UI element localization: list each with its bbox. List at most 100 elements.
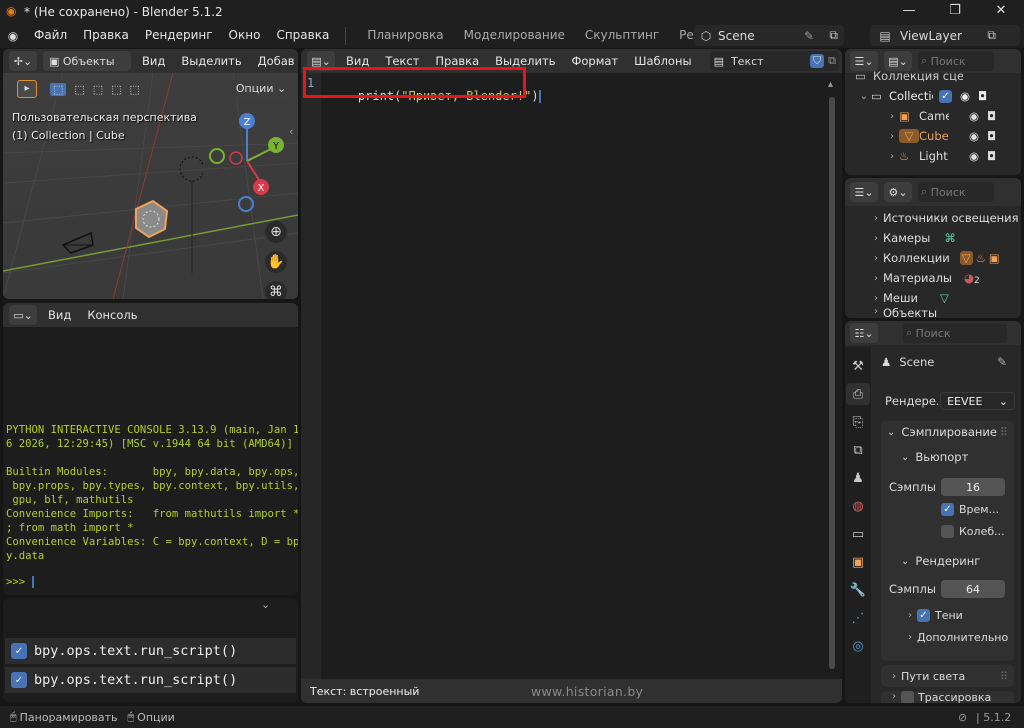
chevron-right-icon[interactable]: ›	[869, 233, 883, 244]
temporal-checkbox[interactable]: ✓	[941, 502, 954, 516]
vertical-scrollbar[interactable]	[829, 97, 835, 669]
info-entry[interactable]: ✓ bpy.ops.text.run_script()	[5, 667, 296, 693]
mode-selector[interactable]: ▣ Объекты	[43, 51, 131, 71]
text-menu-format[interactable]: Формат	[563, 54, 626, 68]
pan-hand-icon[interactable]: ✋	[265, 251, 287, 273]
outliner-row-collection[interactable]: ⌄ ▭ Collection ✓ ◉ ◘	[857, 86, 1019, 106]
python-console[interactable]: ▭⌄ Вид Консоль PYTHON INTERACTIVE CONSOL…	[3, 303, 298, 595]
visibility-eye-icon[interactable]: ◉	[960, 89, 970, 103]
outliner-row-camera[interactable]: › ▣ Camera ◉ ◘	[885, 106, 1019, 126]
pin-icon[interactable]: ✎	[804, 29, 814, 43]
temporal-reprojection-row[interactable]: ✓ Врем...	[881, 498, 1014, 520]
console-editor-type-icon[interactable]: ▭⌄	[9, 305, 37, 325]
chevron-right-icon[interactable]: ›	[869, 293, 883, 304]
render-engine-dropdown[interactable]: EEVEE ⌄	[940, 392, 1015, 410]
shadows-checkbox[interactable]: ✓	[917, 608, 930, 622]
raytracing-checkbox[interactable]	[901, 691, 914, 703]
data-browser-display-mode-icon[interactable]: ⚙⌄	[884, 182, 912, 202]
world-properties-icon[interactable]: ◍	[846, 495, 870, 517]
render-subheader[interactable]: ⌄ Рендеринг	[881, 550, 1014, 572]
info-log[interactable]: ⌄ ✓ bpy.ops.text.run_script() ✓ bpy.ops.…	[3, 598, 298, 702]
scene-selector[interactable]: ⬡ Scene ✎ ⧉	[694, 25, 844, 46]
view-layer-icon[interactable]: ⧉	[846, 439, 870, 461]
properties-editor-type-icon[interactable]: ☷⌄	[850, 323, 878, 343]
data-row-collections[interactable]: › Коллекции ▽ ♨ ▣	[869, 248, 1000, 268]
outliner-row-light[interactable]: › ♨ Light ◉ ◘	[885, 146, 1019, 166]
data-row-meshes[interactable]: › Меши ▽	[869, 288, 949, 308]
data-row-cameras[interactable]: › Камеры ⌘	[869, 228, 956, 248]
console-menu-console[interactable]: Консоль	[79, 308, 145, 322]
visibility-eye-icon[interactable]: ◉	[969, 149, 979, 163]
render-camera-icon[interactable]: ◘	[987, 129, 996, 143]
text-menu-select[interactable]: Выделить	[487, 54, 563, 68]
collection-properties-icon[interactable]: ▭	[846, 523, 870, 545]
tab-modeling[interactable]: Моделирование	[454, 23, 575, 48]
scene-properties-icon[interactable]: ♟	[846, 467, 870, 489]
jitter-camera-row[interactable]: Колеб...	[881, 520, 1014, 542]
data-browser[interactable]: ☰⌄ ⚙⌄ ⌕ Поиск › Источники освещения › Каме…	[845, 178, 1021, 318]
exclude-checkbox[interactable]: ✓	[939, 89, 952, 103]
light-paths-panel[interactable]: › Пути света ⠿	[881, 665, 1014, 687]
jitter-checkbox[interactable]	[941, 524, 954, 538]
maximize-button[interactable]: ❐	[932, 0, 978, 23]
sidebar-toggle-icon[interactable]: ‹	[289, 125, 293, 138]
render-samples-field[interactable]: 64	[941, 580, 1005, 598]
outliner-row-scene-collection[interactable]: ▭Коллекция сцены	[855, 66, 963, 86]
advanced-row[interactable]: › Дополнительно	[881, 626, 1014, 648]
new-viewlayer-icon[interactable]: ⧉	[987, 28, 996, 43]
menu-window[interactable]: Окно	[221, 23, 269, 48]
physics-icon[interactable]: ◎	[846, 635, 870, 657]
menu-help[interactable]: Справка	[268, 23, 337, 48]
chevron-down-icon[interactable]: ⌄	[857, 91, 871, 102]
camera-view-icon[interactable]: ⌘	[265, 281, 287, 299]
outliner[interactable]: ☰⌄ ▤⌄ ⌕ Поиск ▭Коллекция сцены ⌄ ▭ Colle…	[845, 49, 1021, 175]
data-row-objects[interactable]: › Объекты	[869, 306, 937, 318]
tab-layout[interactable]: Планировка	[357, 23, 453, 48]
minimize-button[interactable]: —	[886, 0, 932, 23]
particles-icon[interactable]: ⋰	[846, 607, 870, 629]
chevron-right-icon[interactable]: ›	[887, 691, 901, 702]
chevron-right-icon[interactable]: ›	[903, 632, 917, 643]
properties-search[interactable]: ⌕ Поиск	[903, 323, 1007, 343]
viewport-menu-view[interactable]: Вид	[134, 54, 173, 68]
output-properties-icon[interactable]: ⎘	[846, 411, 870, 433]
text-menu-text[interactable]: Текст	[377, 54, 427, 68]
new-text-icon[interactable]: ⧉	[828, 54, 836, 68]
menu-edit[interactable]: Правка	[75, 23, 137, 48]
visibility-eye-icon[interactable]: ◉	[969, 129, 979, 143]
close-button[interactable]: ✕	[978, 0, 1024, 23]
blender-menu-icon[interactable]: ◉	[0, 29, 26, 43]
collapse-chevron-icon[interactable]: ⌄	[261, 598, 270, 611]
chevron-right-icon[interactable]: ›	[887, 671, 901, 682]
chevron-right-icon[interactable]: ›	[869, 306, 883, 317]
visibility-eye-icon[interactable]: ◉	[969, 109, 979, 123]
chevron-right-icon[interactable]: ›	[885, 111, 899, 122]
chevron-right-icon[interactable]: ›	[885, 131, 899, 142]
menu-render[interactable]: Рендеринг	[137, 23, 221, 48]
viewport-menu-add[interactable]: Добавить	[250, 54, 294, 68]
info-entry[interactable]: ✓ bpy.ops.text.run_script()	[5, 638, 296, 664]
scrollbar-up-icon[interactable]: ▴	[828, 79, 833, 90]
object-properties-icon[interactable]: ▣	[846, 551, 870, 573]
shadows-row[interactable]: › ✓ Тени	[881, 604, 1014, 626]
text-datablock-selector[interactable]: ▤ Текст ⛉ ⧉	[709, 51, 839, 71]
text-editor[interactable]: ▤⌄ Вид Текст Правка Выделить Формат Шабл…	[301, 49, 842, 703]
render-properties-icon[interactable]: ⎙	[846, 383, 870, 405]
chevron-right-icon[interactable]: ›	[869, 253, 883, 264]
3d-viewport[interactable]: ✢⌄ ▣ Объекты Вид Выделить Добавить ▸ ⬚⬚⬚…	[3, 49, 298, 299]
raytracing-panel[interactable]: › Трассировка	[881, 691, 1014, 703]
modifier-wrench-icon[interactable]: 🔧	[846, 579, 870, 601]
tool-settings-icon[interactable]: ⚒	[846, 355, 870, 377]
fake-user-shield-icon[interactable]: ⛉	[809, 54, 825, 68]
data-row-lights[interactable]: › Источники освещения	[869, 208, 1019, 228]
chevron-right-icon[interactable]: ›	[869, 273, 883, 284]
zoom-icon[interactable]: ⊕	[265, 221, 287, 243]
viewport-samples-field[interactable]: 16	[941, 478, 1005, 496]
text-menu-edit[interactable]: Правка	[427, 54, 487, 68]
render-camera-icon[interactable]: ◘	[987, 149, 996, 163]
chevron-right-icon[interactable]: ›	[885, 151, 899, 162]
viewport-menu-select[interactable]: Выделить	[173, 54, 249, 68]
pin-icon[interactable]: ✎	[997, 355, 1007, 369]
console-menu-view[interactable]: Вид	[40, 308, 79, 322]
viewlayer-selector[interactable]: ▤ ViewLayer ⧉	[870, 25, 1020, 46]
